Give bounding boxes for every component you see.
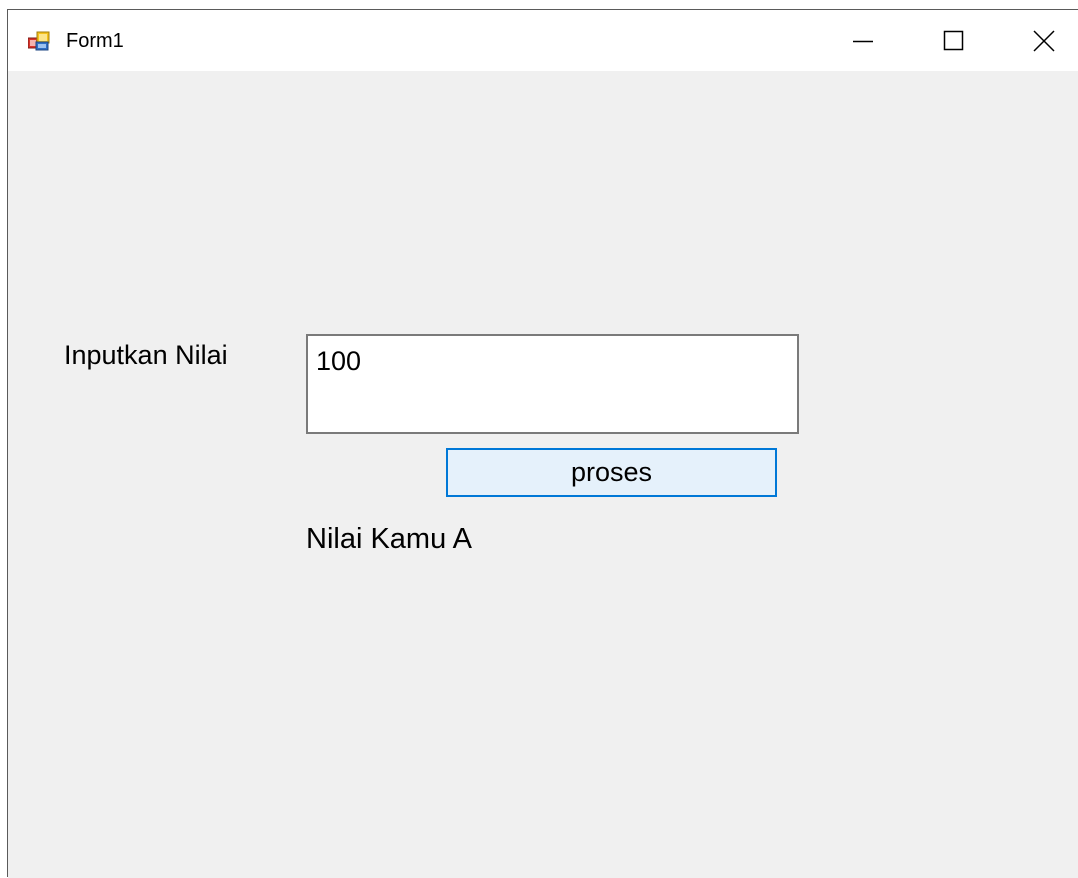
- winforms-app-icon: [28, 31, 50, 51]
- form-client-area: Inputkan Nilai 100 proses Nilai Kamu A: [8, 71, 1078, 878]
- maximize-button[interactable]: [908, 10, 1000, 71]
- proses-button[interactable]: proses: [446, 448, 777, 497]
- title-bar[interactable]: Form1: [8, 10, 1078, 71]
- minimize-button[interactable]: [818, 10, 910, 71]
- input-label: Inputkan Nilai: [64, 340, 228, 370]
- minimize-icon: [853, 40, 873, 42]
- form1-window: Form1 Inputkan Nilai 100 proses Nilai Ka…: [7, 9, 1078, 878]
- result-label: Nilai Kamu A: [306, 523, 473, 555]
- window-title: Form1: [66, 30, 124, 52]
- close-icon: [1033, 29, 1055, 52]
- maximize-icon: [943, 30, 964, 50]
- close-button[interactable]: [998, 10, 1078, 71]
- value-input[interactable]: 100: [306, 334, 799, 434]
